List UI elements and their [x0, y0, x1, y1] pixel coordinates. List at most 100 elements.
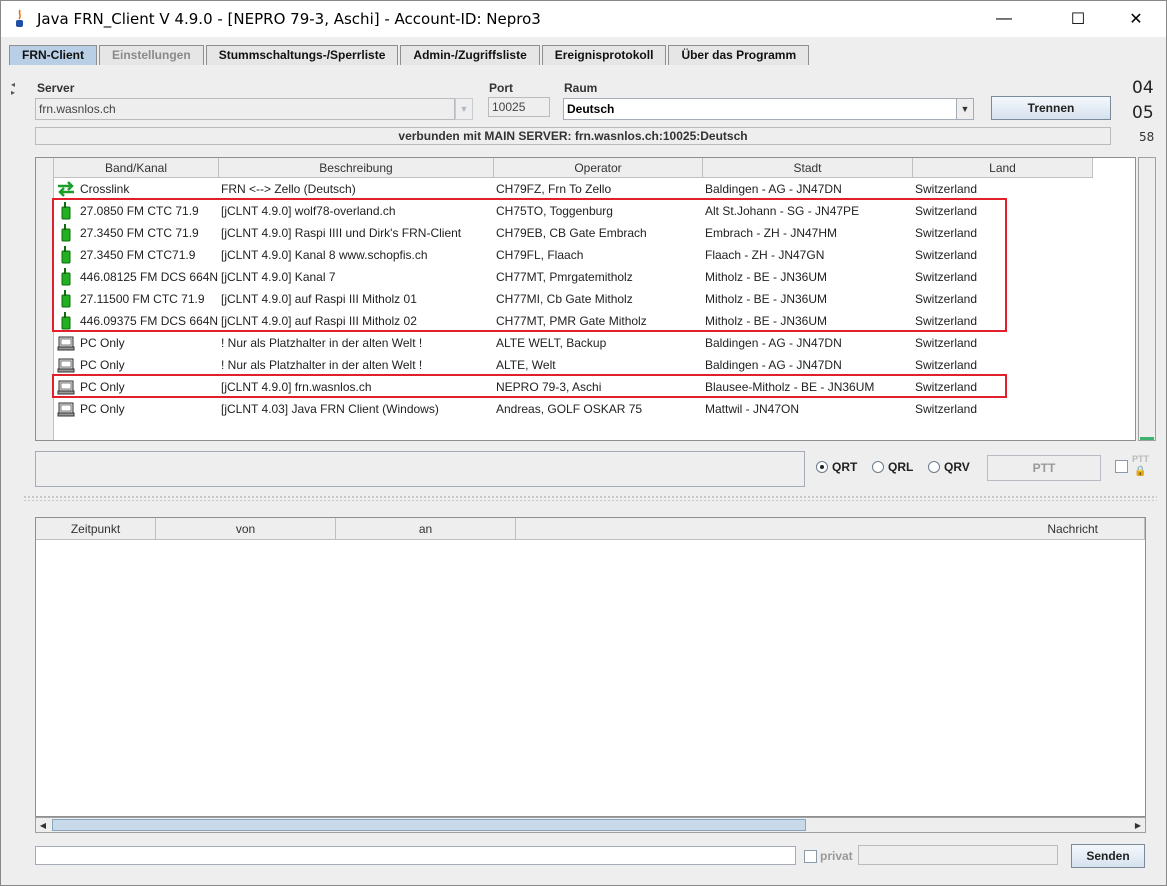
cell-city: Baldingen - AG - JN47DN [705, 182, 842, 196]
tab-event-log[interactable]: Ereignisprotokoll [541, 45, 667, 65]
cell-description: [jCLNT 4.9.0] frn.wasnlos.ch [221, 380, 372, 394]
radio-qrt[interactable]: QRT [816, 460, 857, 474]
radio-dot-icon [816, 461, 828, 473]
cell-country: Switzerland [915, 380, 978, 394]
table-row[interactable]: 27.0850 FM CTC 71.9 [jCLNT 4.9.0] wolf78-… [54, 200, 1093, 222]
radio-qrv[interactable]: QRV [928, 460, 970, 474]
server-label: Server [37, 81, 75, 95]
cell-operator: Andreas, GOLF OSKAR 75 [496, 402, 643, 416]
cell-country: Switzerland [915, 336, 978, 350]
maximize-button[interactable]: ☐ [1055, 1, 1101, 37]
clients-table: Band/Kanal Beschreibung Operator Stadt L… [35, 157, 1136, 441]
disconnect-button[interactable]: Trennen [991, 96, 1111, 120]
cell-city: Alt St.Johann - SG - JN47PE [705, 204, 860, 218]
pc-icon [54, 398, 78, 420]
cell-country: Switzerland [915, 314, 978, 328]
column-header-description[interactable]: Beschreibung [219, 158, 494, 178]
cell-band: 27.3450 FM CTC71.9 [80, 248, 196, 262]
cell-band: PC Only [80, 358, 125, 372]
cell-description: [jCLNT 4.9.0] Raspi IIII und Dirk's FRN-… [221, 226, 462, 240]
split-arrows-icon[interactable]: ◂ ▸ [11, 81, 15, 97]
cell-city: Blausee-Mitholz - BE - JN36UM [705, 380, 875, 394]
pc-icon [54, 376, 78, 398]
app-window: Java FRN_Client V 4.9.0 - [NEPRO 79-3, A… [0, 0, 1167, 886]
message-display [35, 451, 805, 487]
connection-status: verbunden mit MAIN SERVER: frn.wasnlos.c… [35, 127, 1111, 145]
cell-city: Mitholz - BE - JN36UM [705, 314, 828, 328]
clients-level-meter[interactable] [1138, 157, 1156, 441]
ptt-button[interactable]: PTT [987, 455, 1101, 481]
cell-city: Flaach - ZH - JN47GN [705, 248, 825, 262]
close-button[interactable]: ✕ [1113, 1, 1159, 37]
cell-operator: CH75TO, Toggenburg [496, 204, 613, 218]
cell-band: PC Only [80, 380, 125, 394]
split-divider[interactable] [23, 495, 1157, 501]
cell-description: [jCLNT 4.9.0] Kanal 8 www.schopfis.ch [221, 248, 428, 262]
chat-horizontal-scrollbar[interactable]: ◀ ▶ [35, 817, 1146, 833]
column-header-operator[interactable]: Operator [494, 158, 703, 178]
table-row[interactable]: PC Only [jCLNT 4.9.0] frn.wasnlos.ch NEPRO… [54, 376, 1093, 398]
table-row[interactable]: PC Only [jCLNT 4.03] Java FRN Client (Win… [54, 398, 1093, 420]
scroll-thumb[interactable] [52, 819, 806, 831]
column-header-band[interactable]: Band/Kanal [54, 158, 219, 178]
crosslink-icon [54, 178, 78, 200]
ptt-lock-label: PTT [1132, 454, 1149, 464]
port-field: 10025 [488, 97, 550, 117]
radio-gateway-icon [54, 244, 78, 266]
radio-dot-icon [928, 461, 940, 473]
column-header-country[interactable]: Land [913, 158, 1093, 178]
ptt-lock-checkbox[interactable] [1115, 460, 1128, 473]
cell-operator: CH79EB, CB Gate Embrach [496, 226, 647, 240]
clock-seconds: 58 [1139, 130, 1155, 144]
send-button[interactable]: Senden [1071, 844, 1145, 868]
table-row[interactable]: 446.09375 FM DCS 664N [jCLNT 4.9.0] auf R… [54, 310, 1093, 332]
column-header-to[interactable]: an [336, 518, 516, 540]
cell-band: Crosslink [80, 182, 130, 196]
chat-input[interactable] [35, 846, 796, 865]
cell-band: PC Only [80, 402, 125, 416]
cell-operator: CH77MT, Pmrgatemitholz [496, 270, 633, 284]
radio-gateway-icon [54, 200, 78, 222]
column-header-time[interactable]: Zeitpunkt [36, 518, 156, 540]
table-row[interactable]: 27.11500 FM CTC 71.9 [jCLNT 4.9.0] auf Ra… [54, 288, 1093, 310]
cell-operator: ALTE WELT, Backup [496, 336, 607, 350]
chat-table: Zeitpunkt von an Nachricht [35, 517, 1146, 817]
table-row[interactable]: 27.3450 FM CTC 71.9 [jCLNT 4.9.0] Raspi I… [54, 222, 1093, 244]
tab-mute-block-list[interactable]: Stummschaltungs-/Sperrliste [205, 45, 399, 65]
cell-description: FRN <--> Zello (Deutsch) [221, 182, 356, 196]
column-header-message[interactable]: Nachricht [516, 518, 1145, 540]
tab-frn-client[interactable]: FRN-Client [9, 45, 97, 65]
table-row[interactable]: PC Only ! Nur als Platzhalter in der alte… [54, 332, 1093, 354]
clock-minutes: 05 [1132, 103, 1154, 123]
lock-icon: 🔒 [1134, 466, 1147, 477]
level-bar [1140, 437, 1154, 440]
radio-dot-icon [872, 461, 884, 473]
column-header-from[interactable]: von [156, 518, 336, 540]
room-dropdown-arrow-icon[interactable]: ▼ [956, 98, 974, 120]
scroll-left-icon[interactable]: ◀ [36, 818, 50, 832]
pc-icon [54, 332, 78, 354]
cell-country: Switzerland [915, 226, 978, 240]
tab-admin-access-list[interactable]: Admin-/Zugriffsliste [400, 45, 540, 65]
table-row[interactable]: 446.08125 FM DCS 664N [jCLNT 4.9.0] Kanal… [54, 266, 1093, 288]
table-row[interactable]: Crosslink FRN <--> Zello (Deutsch) CH79FZ,… [54, 178, 1093, 200]
radio-qrl[interactable]: QRL [872, 460, 913, 474]
cell-city: Embrach - ZH - JN47HM [705, 226, 838, 240]
chat-table-header: Zeitpunkt von an Nachricht [36, 518, 1145, 540]
minimize-button[interactable]: — [981, 1, 1027, 37]
private-checkbox[interactable] [804, 850, 817, 863]
room-label: Raum [564, 81, 598, 95]
table-row[interactable]: PC Only ! Nur als Platzhalter in der alte… [54, 354, 1093, 376]
table-row[interactable]: 27.3450 FM CTC71.9 [jCLNT 4.9.0] Kanal 8 … [54, 244, 1093, 266]
cell-operator: ALTE, Welt [496, 358, 556, 372]
room-select[interactable]: Deutsch [563, 98, 957, 120]
tab-about[interactable]: Über das Programm [668, 45, 810, 65]
cell-band: 27.0850 FM CTC 71.9 [80, 204, 199, 218]
radio-gateway-icon [54, 288, 78, 310]
scroll-right-icon[interactable]: ▶ [1131, 818, 1145, 832]
cell-operator: CH79FZ, Frn To Zello [496, 182, 612, 196]
cell-operator: CH79FL, Flaach [496, 248, 584, 262]
title-bar[interactable]: Java FRN_Client V 4.9.0 - [NEPRO 79-3, A… [1, 1, 1166, 37]
column-header-city[interactable]: Stadt [703, 158, 913, 178]
cell-operator: CH77MI, Cb Gate Mitholz [496, 292, 633, 306]
